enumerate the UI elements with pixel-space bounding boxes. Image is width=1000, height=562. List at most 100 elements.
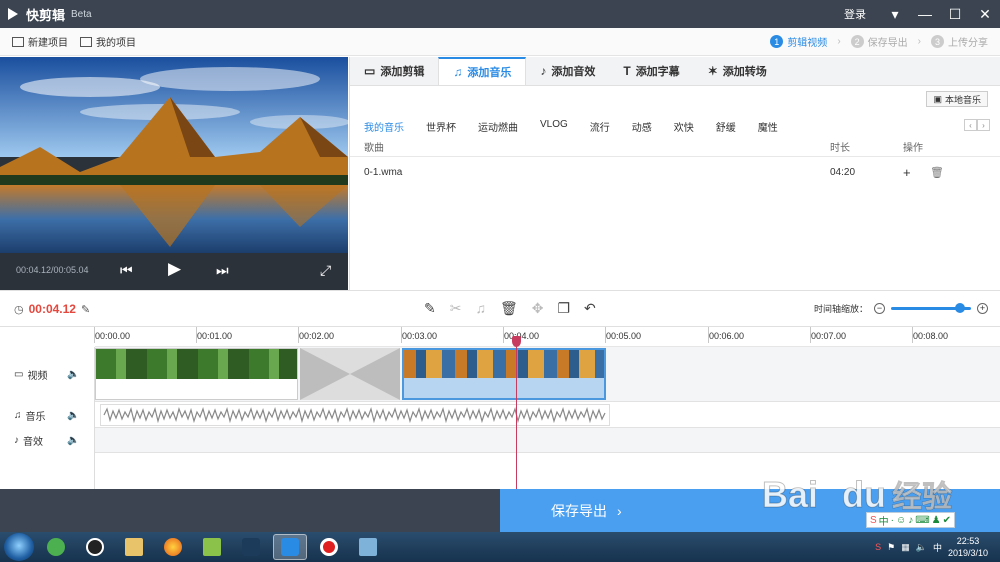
volume-icon[interactable]: 🔈 — [916, 542, 927, 553]
my-projects-button[interactable]: 我的项目 — [80, 34, 136, 49]
volume-icon[interactable]: 🔈 — [67, 435, 79, 446]
step-edit-video[interactable]: 1 剪辑视频 — [770, 34, 827, 49]
category-cheerful[interactable]: 欢快 — [674, 119, 694, 134]
tick-label: 00:05.00 — [604, 327, 642, 343]
playhead[interactable] — [512, 336, 521, 489]
edit-time-icon[interactable]: ✎ — [81, 303, 90, 316]
edit-tools: ✎ ✂ ♫ 🗑 ✥ ❐ ↶ — [424, 300, 596, 317]
network-icon[interactable]: ▦ — [901, 542, 910, 553]
chevron-right-icon: › — [837, 36, 841, 47]
step-number: 2 — [850, 35, 864, 48]
zoom-in-icon[interactable]: + — [977, 303, 988, 314]
video-clip-1[interactable] — [95, 348, 298, 400]
track-labels: ▭ 视频 🔈 ♫ 音乐 🔈 ♪ 音效 🔈 — [0, 347, 95, 489]
zoom-out-icon[interactable]: − — [874, 303, 885, 314]
zoom-slider-knob[interactable] — [955, 303, 965, 313]
audio-waveform — [103, 406, 606, 424]
clip-thumbnails — [96, 349, 297, 379]
maximize-icon[interactable]: ☐ — [940, 0, 970, 28]
local-music-button[interactable]: ▣ 本地音乐 — [926, 91, 988, 107]
step-label: 保存导出 — [867, 38, 908, 49]
project-toolbar: 新建项目 我的项目 1 剪辑视频 › 2 保存导出 › 3 上传分享 — [0, 28, 1000, 56]
add-icon[interactable]: + — [903, 165, 911, 180]
crop-icon[interactable]: ✥ — [532, 300, 544, 317]
edit-icon[interactable]: ✎ — [424, 300, 436, 317]
taskbar-app-green[interactable] — [195, 534, 229, 560]
flag-icon[interactable]: ⚑ — [887, 542, 895, 553]
new-project-button[interactable]: 新建项目 — [12, 34, 68, 49]
system-tray: S ⚑ ▦ 🔈 中 22:53 2019/3/10 — [875, 535, 988, 559]
tab-label: 添加音乐 — [467, 67, 512, 79]
taskbar-app-explorer[interactable] — [117, 534, 151, 560]
taskbar-app-qq[interactable] — [78, 534, 112, 560]
next-frame-icon[interactable]: ⏭ — [216, 262, 229, 279]
tab-add-transition[interactable]: ✶ 添加转场 — [694, 57, 781, 85]
panel-tabs: ▭ 添加剪辑 ♫ 添加音乐 ♪ 添加音效 T 添加字幕 ✶ 添加转场 — [350, 57, 1000, 86]
taskbar-app-editor[interactable] — [234, 534, 268, 560]
track-label-effect: ♪ 音效 🔈 — [0, 428, 95, 453]
app-360-icon — [47, 538, 65, 556]
tab-add-subtitle[interactable]: T 添加字幕 — [609, 57, 693, 85]
transition-clip[interactable] — [300, 348, 400, 400]
step-label: 剪辑视频 — [787, 38, 828, 49]
previous-frame-icon[interactable]: ⏮ — [120, 262, 133, 279]
new-project-label: 新建项目 — [28, 38, 68, 49]
undo-icon[interactable]: ↶ — [584, 300, 596, 317]
sogou-tray-icon[interactable]: S — [875, 542, 881, 552]
login-button[interactable]: 登录 — [844, 6, 866, 22]
taskbar-app-firefox[interactable] — [156, 534, 190, 560]
taskbar-app-360[interactable] — [39, 534, 73, 560]
fullscreen-icon[interactable]: ⤢ — [320, 262, 331, 279]
category-soothing[interactable]: 舒缓 — [716, 119, 736, 134]
video-clip-2-selected[interactable] — [402, 348, 606, 400]
delete-icon[interactable]: 🗑 — [930, 166, 944, 179]
start-button[interactable] — [4, 533, 34, 561]
category-world-cup[interactable]: 世界杯 — [426, 119, 456, 134]
category-sports[interactable]: 运动燃曲 — [478, 119, 518, 134]
save-export-label: 保存导出 — [551, 502, 607, 519]
qq-icon — [86, 538, 104, 556]
system-clock[interactable]: 22:53 2019/3/10 — [948, 535, 988, 559]
track-label-video: ▭ 视频 🔈 — [0, 347, 95, 402]
zoom-slider[interactable] — [891, 303, 971, 313]
step-save-export[interactable]: 2 保存导出 — [850, 34, 908, 49]
song-duration: 04:20 — [830, 166, 856, 178]
dropdown-menu-icon[interactable]: ▾ — [880, 0, 910, 28]
taskbar-app-kuaijianji[interactable] — [273, 534, 307, 560]
track-name: 音乐 — [25, 411, 46, 423]
play-icon[interactable]: ▶ — [168, 259, 181, 279]
track-name: 视频 — [27, 371, 48, 382]
ime-mode: 中 — [878, 516, 889, 528]
audio-clip[interactable] — [100, 404, 610, 426]
ime-toolbar[interactable]: S 中 · ☺ ♪ ⌨ ♟ ✔ — [866, 512, 956, 528]
tab-label: 添加剪辑 — [380, 66, 425, 78]
sound-effect-icon: ♪ — [540, 64, 547, 78]
chevron-right-icon[interactable]: › — [977, 119, 990, 131]
tab-add-clip[interactable]: ▭ 添加剪辑 — [350, 57, 438, 85]
copy-icon[interactable]: ❐ — [557, 300, 570, 317]
effect-track[interactable] — [95, 428, 1000, 453]
tab-add-music[interactable]: ♫ 添加音乐 — [438, 57, 527, 85]
delete-icon[interactable]: 🗑 — [500, 300, 518, 317]
category-vlog[interactable]: VLOG — [540, 119, 568, 134]
category-magic[interactable]: 魔性 — [758, 119, 778, 134]
step-upload-share[interactable]: 3 上传分享 — [931, 34, 988, 49]
timeline-ruler[interactable]: 00:00.00 00:01.00 00:02.00 00:03.00 00:0… — [93, 327, 1000, 347]
language-indicator[interactable]: 中 — [933, 541, 942, 554]
category-pop[interactable]: 流行 — [590, 119, 610, 134]
bell-icon[interactable]: ♫ — [475, 300, 486, 317]
tab-add-sound-effect[interactable]: ♪ 添加音效 — [526, 57, 609, 85]
close-icon[interactable]: ✕ — [970, 0, 1000, 28]
cut-icon[interactable]: ✂ — [450, 300, 462, 317]
music-list-row[interactable]: 0-1.wma 04:20 + 🗑 — [350, 161, 1000, 183]
video-icon: ▭ — [14, 369, 24, 380]
chevron-right-icon: › — [617, 502, 622, 519]
volume-icon[interactable]: 🔈 — [67, 410, 79, 421]
minimize-icon[interactable]: — — [910, 0, 940, 28]
category-dynamic[interactable]: 动感 — [632, 119, 652, 134]
category-my-music[interactable]: 我的音乐 — [364, 119, 404, 134]
taskbar-app-other[interactable] — [351, 534, 385, 560]
taskbar-app-recorder[interactable] — [312, 534, 346, 560]
volume-icon[interactable]: 🔈 — [67, 369, 79, 380]
chevron-left-icon[interactable]: ‹ — [964, 119, 977, 131]
